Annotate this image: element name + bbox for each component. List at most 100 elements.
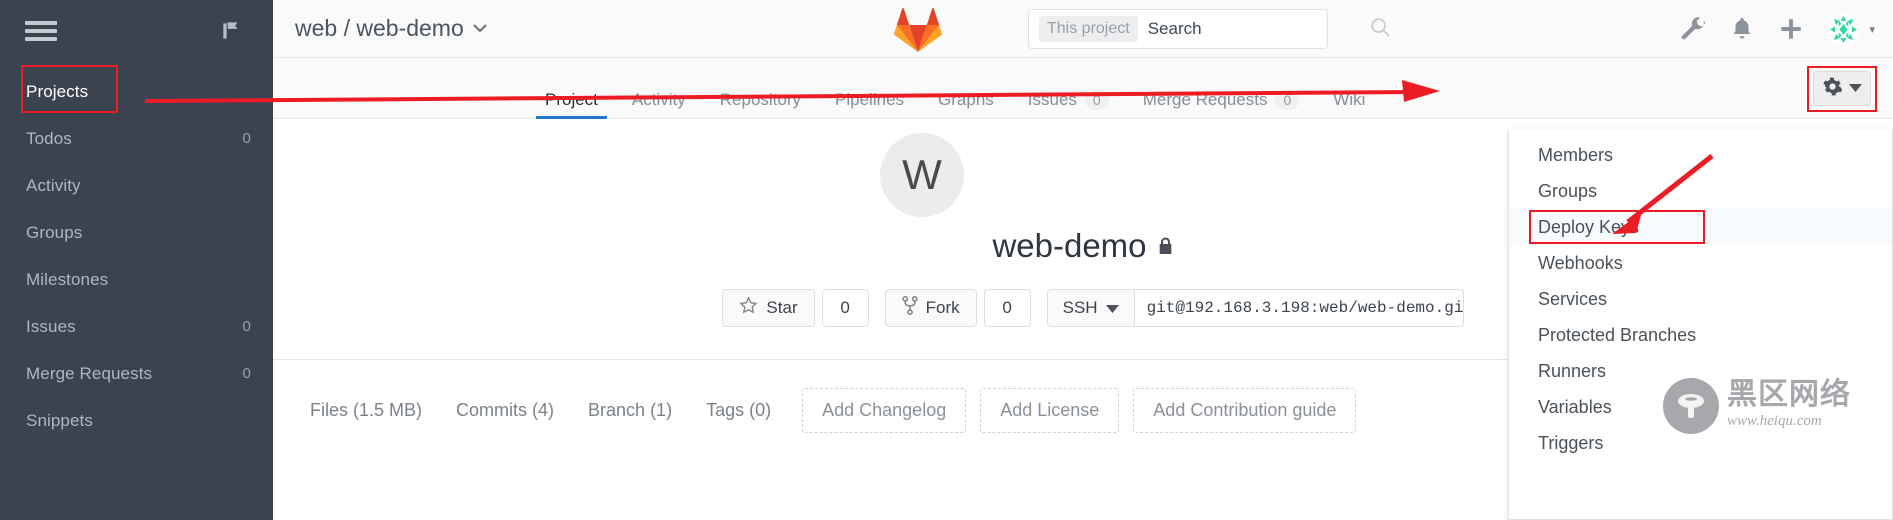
star-icon <box>739 296 758 320</box>
sidebar-item-count: 0 <box>242 130 251 147</box>
avatar-chevron-down-icon[interactable]: ▾ <box>1869 23 1875 36</box>
menu-item-label: Services <box>1538 288 1608 309</box>
search-scope-label: This project <box>1039 16 1138 42</box>
stat-commits[interactable]: Commits (4) <box>439 400 571 421</box>
menu-item-runners[interactable]: Runners <box>1509 353 1892 389</box>
add-license-button[interactable]: Add License <box>980 388 1120 433</box>
sidebar-item-label: Todos <box>26 128 72 148</box>
sidebar-item-count: 0 <box>242 318 251 335</box>
sidebar-item-milestones[interactable]: Milestones <box>0 256 273 303</box>
clone-protocol-label: SSH <box>1062 298 1098 317</box>
menu-item-label: Members <box>1538 144 1614 165</box>
gitlab-project-page: Projects Todos 0 Activity Groups Milesto… <box>0 0 1893 520</box>
sidebar-item-groups[interactable]: Groups <box>0 209 273 256</box>
tab-issues[interactable]: Issues 0 <box>1011 58 1126 119</box>
tab-repository[interactable]: Repository <box>703 58 818 119</box>
sidebar-header <box>0 0 273 68</box>
sidebar-item-projects[interactable]: Projects <box>0 65 273 115</box>
menu-item-members[interactable]: Members <box>1509 137 1892 173</box>
clone-url-group: SSH git@192.168.3.198:web/web-demo.gi <box>1046 289 1464 327</box>
sidebar-item-label: Projects <box>26 81 89 101</box>
menu-item-protected-branches[interactable]: Protected Branches <box>1509 317 1892 353</box>
tab-badge: 0 <box>1275 89 1300 110</box>
plus-icon[interactable] <box>1778 16 1804 42</box>
project-name: web-demo <box>992 227 1147 264</box>
sidebar-item-merge-requests[interactable]: Merge Requests 0 <box>0 350 273 397</box>
menu-item-services[interactable]: Services <box>1509 281 1892 317</box>
menu-item-label: Triggers <box>1538 432 1604 453</box>
sidebar: Projects Todos 0 Activity Groups Milesto… <box>0 0 273 520</box>
chevron-down-icon <box>473 21 487 36</box>
top-header-bar: web / web-demo This project Search ▾ <box>273 0 1893 58</box>
fork-button[interactable]: Fork <box>884 289 977 327</box>
star-count: 0 <box>821 289 869 327</box>
fork-label: Fork <box>925 298 960 317</box>
sidebar-item-activity[interactable]: Activity <box>0 162 273 209</box>
search-icon[interactable] <box>1369 16 1391 43</box>
project-settings-button[interactable] <box>1813 71 1871 106</box>
menu-item-label: Protected Branches <box>1538 324 1697 345</box>
tab-badge: 0 <box>1084 89 1109 110</box>
chevron-down-icon <box>1849 83 1862 95</box>
breadcrumb[interactable]: web / web-demo <box>295 15 487 42</box>
tab-graphs[interactable]: Graphs <box>921 58 1011 119</box>
menu-item-variables[interactable]: Variables <box>1509 389 1892 425</box>
tab-pipelines[interactable]: Pipelines <box>818 58 921 119</box>
sidebar-item-count: 0 <box>242 365 251 382</box>
sidebar-item-label: Snippets <box>26 410 93 430</box>
sidebar-item-issues[interactable]: Issues 0 <box>0 303 273 350</box>
project-settings-menu: Members Groups Deploy Keys Webhooks Serv… <box>1508 129 1893 520</box>
project-nav-bar: Project Activity Repository Pipelines Gr… <box>273 58 1893 119</box>
sidebar-item-todos[interactable]: Todos 0 <box>0 115 273 162</box>
search-input[interactable] <box>1137 19 1369 39</box>
tab-wiki[interactable]: Wiki <box>1316 58 1382 119</box>
tab-label: Repository <box>719 89 802 109</box>
fork-count: 0 <box>983 289 1031 327</box>
stat-files[interactable]: Files (1.5 MB) <box>293 400 439 421</box>
tab-label: Wiki <box>1333 89 1366 109</box>
menu-item-webhooks[interactable]: Webhooks <box>1509 245 1892 281</box>
sidebar-item-label: Milestones <box>26 269 109 289</box>
search-box[interactable]: This project <box>1028 9 1390 49</box>
chevron-down-icon <box>1105 298 1119 318</box>
tab-label: Issues <box>1027 89 1077 109</box>
add-contribution-guide-button[interactable]: Add Contribution guide <box>1133 388 1357 433</box>
menu-item-groups[interactable]: Groups <box>1509 173 1892 209</box>
tab-project[interactable]: Project <box>528 58 615 119</box>
menu-item-label: Groups <box>1538 180 1598 201</box>
wrench-icon[interactable] <box>1680 16 1706 42</box>
tab-label: Graphs <box>938 89 994 109</box>
project-avatar: W <box>880 133 964 217</box>
stat-tags[interactable]: Tags (0) <box>689 400 788 421</box>
user-avatar[interactable] <box>1828 13 1860 45</box>
sidebar-item-label: Groups <box>26 222 83 242</box>
menu-item-label: Variables <box>1538 396 1612 417</box>
sidebar-item-snippets[interactable]: Snippets <box>0 397 273 444</box>
pin-icon[interactable] <box>219 18 245 44</box>
menu-item-label: Deploy Keys <box>1538 216 1640 237</box>
star-button[interactable]: Star <box>722 289 815 327</box>
tab-merge-requests[interactable]: Merge Requests 0 <box>1126 58 1317 119</box>
menu-item-triggers[interactable]: Triggers <box>1509 425 1892 461</box>
sidebar-nav-list: Projects Todos 0 Activity Groups Milesto… <box>0 65 273 444</box>
bell-icon[interactable] <box>1730 16 1754 42</box>
tab-label: Project <box>545 89 598 109</box>
add-changelog-button[interactable]: Add Changelog <box>802 388 967 433</box>
header-icon-group: ▾ <box>1680 0 1875 58</box>
sidebar-item-label: Issues <box>26 316 76 336</box>
hamburger-menu-icon[interactable] <box>25 18 57 44</box>
sidebar-item-label: Merge Requests <box>26 363 153 383</box>
tab-label: Merge Requests <box>1142 89 1268 109</box>
clone-protocol-dropdown[interactable]: SSH <box>1046 289 1134 327</box>
tab-label: Pipelines <box>835 89 905 109</box>
gitlab-tanuki-logo[interactable] <box>893 6 943 52</box>
stat-branch[interactable]: Branch (1) <box>571 400 689 421</box>
menu-item-deploy-keys[interactable]: Deploy Keys <box>1509 209 1892 245</box>
lock-icon <box>1157 236 1174 256</box>
tab-activity[interactable]: Activity <box>615 58 703 119</box>
sidebar-item-label: Activity <box>26 175 81 195</box>
gear-icon <box>1822 76 1843 102</box>
menu-item-label: Webhooks <box>1538 252 1623 273</box>
fork-icon <box>902 295 918 320</box>
clone-url-field[interactable]: git@192.168.3.198:web/web-demo.gi <box>1133 289 1464 327</box>
